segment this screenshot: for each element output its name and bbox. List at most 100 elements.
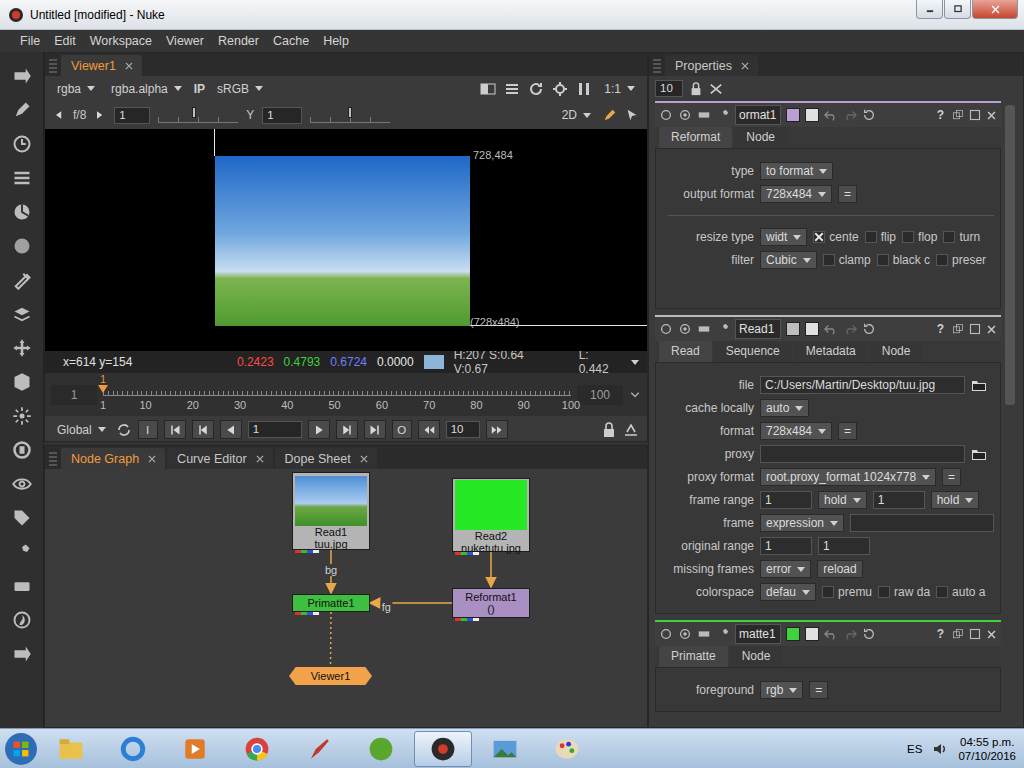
taskbar-app[interactable] (290, 731, 348, 767)
panel-tab[interactable]: Read (659, 341, 712, 362)
collapse-icon[interactable] (659, 322, 673, 336)
text-field[interactable]: C:/Users/Martin/Desktop/tuu.jpg (760, 376, 965, 394)
panel-tab[interactable]: Metadata (794, 341, 868, 362)
panel-tab[interactable]: Node (870, 341, 923, 362)
checkbox-box[interactable] (813, 231, 825, 243)
checkbox[interactable]: auto a (936, 585, 985, 599)
close-icon[interactable] (740, 61, 750, 71)
checkbox-box[interactable] (936, 586, 948, 598)
properties-scrollbar[interactable] (1005, 101, 1015, 727)
text-field[interactable] (850, 514, 994, 532)
read-node[interactable]: Read2nuketutu.jpg (452, 478, 530, 552)
viewer-tab[interactable]: Viewer1 (61, 55, 142, 76)
cube-icon[interactable] (12, 372, 32, 392)
button[interactable]: = (838, 185, 857, 203)
pencil-icon[interactable] (603, 108, 617, 122)
dropdown[interactable]: Cubic (760, 251, 817, 269)
transform-icon[interactable] (12, 338, 32, 358)
operator-node[interactable]: Reformat1() (452, 588, 530, 618)
restore-icon[interactable] (953, 4, 963, 14)
undo-icon[interactable] (824, 108, 838, 122)
explorer-icon[interactable] (58, 736, 84, 762)
panel-tab[interactable]: Sequence (714, 341, 792, 362)
font-color-swatch[interactable] (805, 627, 819, 641)
checkbox[interactable]: cente (813, 230, 858, 244)
checkbox[interactable]: turn (943, 230, 980, 244)
help-button[interactable]: ? (934, 108, 947, 122)
skip-end-icon[interactable] (369, 424, 381, 436)
taskbar-app[interactable] (104, 731, 162, 767)
target-icon[interactable] (678, 108, 692, 122)
maximize-icon[interactable] (969, 628, 981, 640)
menu-item[interactable]: Render (211, 34, 266, 48)
read-node[interactable]: Read1tuu.jpg (292, 472, 370, 550)
language-indicator[interactable]: ES (907, 743, 922, 755)
photo-viewer-icon[interactable] (492, 736, 518, 762)
prev-key-icon[interactable] (197, 424, 209, 436)
connection-arrow[interactable] (490, 552, 492, 587)
text-field[interactable] (760, 445, 965, 463)
last-frame-field[interactable]: 100 (577, 385, 623, 405)
checkbox-box[interactable] (822, 586, 834, 598)
menu-item[interactable]: Workspace (83, 34, 159, 48)
checkbox[interactable]: clamp (823, 253, 871, 267)
panel-tab[interactable]: Node (734, 127, 787, 148)
first-frame-field[interactable]: 1 (51, 385, 97, 405)
frame-ruler[interactable]: 11020304050607080901001 (103, 375, 571, 415)
torrent-icon[interactable] (368, 736, 394, 762)
taskbar-app[interactable] (538, 731, 596, 767)
help-button[interactable]: ? (934, 627, 947, 641)
checkbox[interactable]: preser (936, 253, 986, 267)
next-keyframe-button[interactable] (336, 420, 358, 439)
chrome-icon[interactable] (244, 736, 270, 762)
pane-tab[interactable]: Node Graph (61, 448, 165, 469)
folder-icon[interactable] (971, 446, 987, 462)
dropdown[interactable]: root.proxy_format 1024x778 (760, 468, 936, 486)
close-icon[interactable] (255, 454, 265, 464)
text-field[interactable]: 1 (760, 491, 812, 509)
button[interactable]: reload (817, 560, 862, 578)
wrench-icon[interactable] (716, 627, 730, 641)
refresh-icon[interactable] (528, 81, 544, 97)
maximize-button[interactable] (944, 0, 971, 19)
panel-tab[interactable]: Primatte (659, 646, 728, 667)
view-mode-dropdown[interactable]: 2D (558, 106, 595, 124)
checkbox[interactable]: flop (902, 230, 937, 244)
dropdown[interactable]: error (760, 560, 811, 578)
prev-keyframe-button[interactable] (192, 420, 214, 439)
font-color-swatch[interactable] (805, 322, 819, 336)
text-field[interactable]: 1 (873, 491, 925, 509)
folder-icon[interactable] (971, 377, 987, 393)
shelf-icon[interactable] (12, 644, 32, 664)
close-icon[interactable] (986, 629, 997, 640)
wrench-icon[interactable] (12, 576, 32, 596)
close-icon[interactable] (359, 454, 369, 464)
float-window-icon[interactable] (952, 109, 964, 121)
viewer-node[interactable]: Viewer1 (289, 667, 372, 685)
nuke-icon[interactable] (430, 736, 456, 762)
node-icon[interactable] (697, 322, 711, 336)
undo-icon[interactable] (824, 322, 838, 336)
gain-slider[interactable] (158, 107, 238, 123)
dropdown[interactable]: auto (760, 399, 809, 417)
media-player-icon[interactable] (182, 736, 208, 762)
taskbar-app[interactable] (42, 731, 100, 767)
undo-icon[interactable] (824, 627, 838, 641)
button[interactable]: = (942, 468, 961, 486)
taskbar-app[interactable] (476, 731, 534, 767)
checkbox[interactable]: flip (865, 230, 896, 244)
paint-palette-icon[interactable] (554, 736, 580, 762)
connection-arrow[interactable] (330, 612, 332, 666)
close-icon[interactable] (990, 4, 1001, 15)
input-process-toggle[interactable]: IP (194, 82, 205, 96)
maximize-icon[interactable] (969, 109, 981, 121)
eye-icon[interactable] (12, 508, 32, 528)
maximize-icon[interactable] (969, 323, 981, 335)
button[interactable]: = (838, 422, 857, 440)
operator-node[interactable]: Primatte1 (292, 594, 370, 612)
channel-icon[interactable] (12, 168, 32, 188)
info-menu-icon[interactable] (631, 360, 639, 365)
menu-item[interactable]: Help (316, 34, 356, 48)
pane-tab[interactable]: Properties (665, 55, 758, 76)
collapse-icon[interactable] (659, 627, 673, 641)
